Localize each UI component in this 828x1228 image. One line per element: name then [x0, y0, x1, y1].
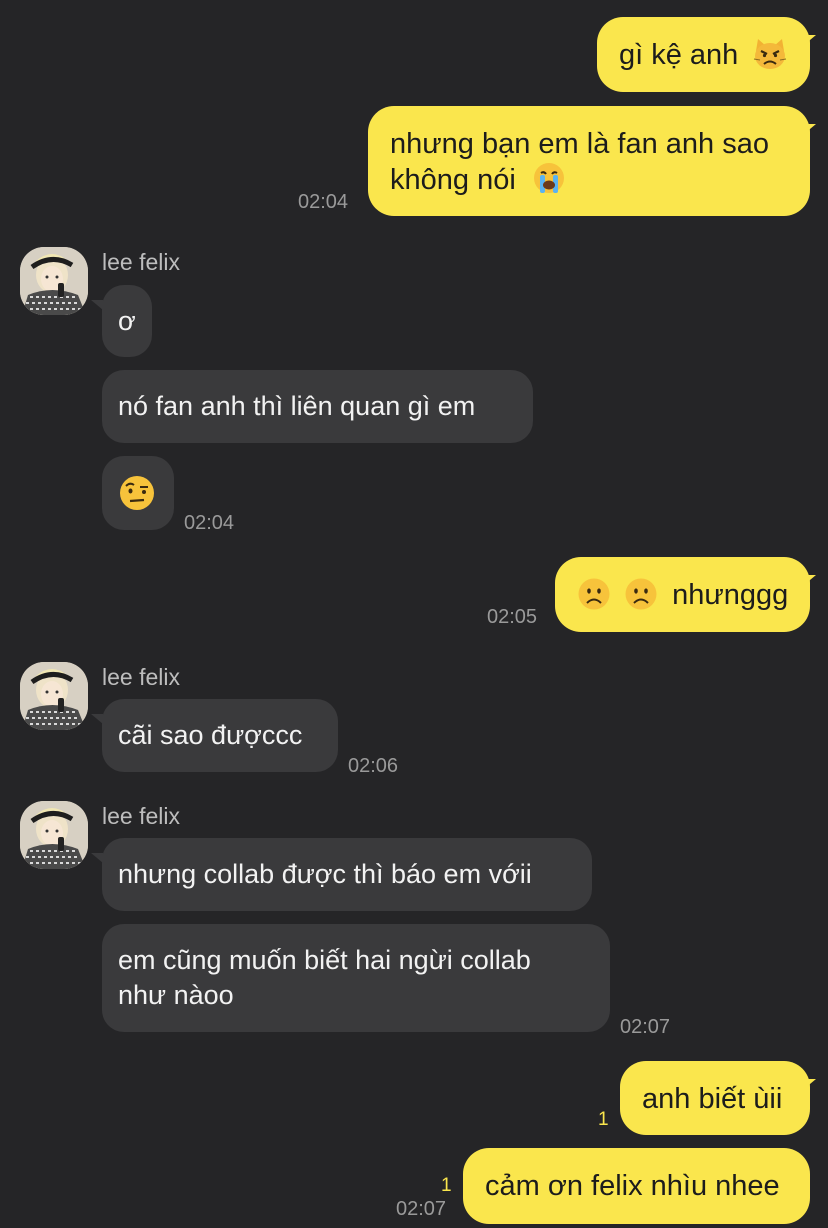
message-time: 02:05 [487, 606, 538, 628]
message-text: cảm ơn felix nhìu nhee [485, 1170, 780, 1202]
message-text: gì kệ anh [619, 39, 739, 71]
message-text: cãi sao đượccc [118, 720, 303, 750]
my-message-bubble[interactable]: nhưng bạn em là fan anh sao không nói [368, 106, 810, 216]
sender-name: lee felix [102, 803, 180, 829]
message-time: 02:07 [396, 1198, 447, 1220]
message-text: không nói [390, 164, 516, 196]
their-message-bubble[interactable]: nhưng collab được thì báo em vớii [102, 838, 592, 911]
their-message-bubble[interactable]: nó fan anh thì liên quan gì em [102, 370, 533, 443]
avatar[interactable] [20, 247, 88, 315]
their-message-bubble[interactable]: cãi sao đượccc [102, 699, 338, 772]
avatar[interactable] [20, 662, 88, 730]
message-time: 02:07 [620, 1016, 671, 1038]
message-text: nhưnggg [672, 579, 789, 611]
message-text: nhưng collab được thì báo em vớii [118, 859, 532, 889]
profile-photo [20, 801, 88, 869]
message-text: nhưng bạn em là fan anh sao [390, 128, 769, 160]
frowning-face-icon [578, 578, 610, 610]
profile-photo [20, 662, 88, 730]
pouting-cat-face-icon [754, 39, 787, 70]
message-text: em cũng muốn biết hai ngừi collab [118, 945, 531, 975]
message-text: ơ [118, 306, 136, 336]
loudly-crying-face-icon [533, 163, 564, 194]
message-time: 02:04 [184, 512, 235, 534]
my-message-bubble[interactable]: nhưnggg [555, 557, 810, 632]
my-message-bubble[interactable]: gì kệ anh [597, 17, 810, 92]
unread-count: 1 [441, 1175, 452, 1196]
my-message-bubble[interactable]: cảm ơn felix nhìu nhee [463, 1148, 810, 1224]
their-message-bubble[interactable]: em cũng muốn biết hai ngừi collab như nà… [102, 924, 610, 1032]
message-time: 02:04 [298, 191, 349, 213]
message-text: như nàoo [118, 980, 234, 1010]
sender-name: lee felix [102, 249, 180, 275]
frowning-face-icon [625, 578, 657, 610]
their-message-bubble[interactable]: ơ [102, 285, 152, 357]
message-text: nó fan anh thì liên quan gì em [118, 391, 476, 421]
message-text: anh biết ùii [642, 1083, 783, 1115]
avatar[interactable] [20, 801, 88, 869]
unread-count: 1 [598, 1109, 609, 1130]
my-message-bubble[interactable]: anh biết ùii [620, 1061, 810, 1135]
face-with-raised-eyebrow-icon [120, 476, 154, 510]
their-message-bubble[interactable] [102, 456, 174, 530]
sender-name: lee felix [102, 664, 180, 690]
profile-photo [20, 247, 88, 315]
message-time: 02:06 [348, 755, 399, 777]
